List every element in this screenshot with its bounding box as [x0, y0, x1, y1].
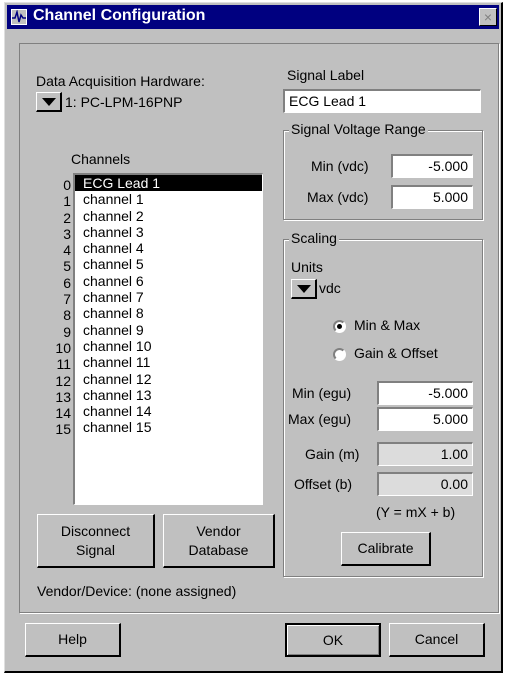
disconnect-signal-button-line2: Signal — [76, 541, 115, 558]
ok-button[interactable]: OK — [285, 623, 381, 657]
scaling-title: Scaling — [289, 230, 339, 246]
channel-number: 3 — [63, 225, 71, 242]
channel-list-item[interactable]: channel 9 — [75, 322, 262, 338]
channel-number: 8 — [63, 307, 71, 324]
channel-list-item[interactable]: channel 3 — [75, 224, 262, 240]
scaling-formula: (Y = mX + b) — [376, 504, 456, 520]
units-dropdown-button[interactable] — [291, 279, 317, 299]
channel-list-item[interactable]: channel 8 — [75, 305, 262, 321]
signal-label-input[interactable]: ECG Lead 1 — [283, 89, 481, 113]
channel-list-item[interactable]: channel 11 — [75, 354, 262, 370]
waveform-icon — [11, 9, 27, 25]
hardware-label: Data Acquisition Hardware: — [36, 73, 205, 89]
channel-number: 7 — [63, 291, 71, 308]
chevron-down-icon — [42, 98, 56, 106]
min-vdc-input[interactable]: -5.000 — [391, 154, 473, 178]
close-icon[interactable]: × — [479, 8, 497, 26]
channel-numbers: 0 1 2 3 4 5 6 7 8 9 10 11 12 13 14 15 — [53, 177, 71, 438]
min-egu-input[interactable]: -5.000 — [377, 381, 473, 405]
channel-list-item[interactable]: channel 14 — [75, 403, 262, 419]
min-vdc-label: Min (vdc) — [311, 158, 369, 174]
cancel-button[interactable]: Cancel — [389, 623, 485, 657]
channel-number: 13 — [55, 388, 71, 405]
channel-number: 9 — [63, 323, 71, 340]
channel-list-item[interactable]: channel 10 — [75, 338, 262, 354]
channel-number: 5 — [63, 258, 71, 275]
hardware-value[interactable]: 1: PC-LPM-16PNP — [65, 94, 182, 110]
vendor-database-button-line2: Database — [188, 541, 249, 558]
vendor-database-button-line1: Vendor — [196, 522, 241, 539]
channel-number: 6 — [63, 274, 71, 291]
offset-value: 0.00 — [377, 472, 473, 496]
min-egu-label: Min (egu) — [292, 385, 352, 401]
max-egu-label: Max (egu) — [288, 411, 352, 427]
channel-list-item[interactable]: channel 5 — [75, 256, 262, 272]
channel-list-item[interactable]: channel 6 — [75, 273, 262, 289]
channel-list-item[interactable]: channel 4 — [75, 240, 262, 256]
channel-list-item[interactable]: channel 7 — [75, 289, 262, 305]
vendor-database-button[interactable]: Vendor Database — [163, 514, 275, 568]
vendor-device-status: Vendor/Device: (none assigned) — [37, 583, 237, 599]
channel-number: 11 — [56, 356, 71, 373]
min-max-radio-label[interactable]: Min & Max — [354, 317, 420, 333]
channel-list-item[interactable]: channel 15 — [75, 419, 262, 435]
channels-label: Channels — [71, 151, 131, 167]
offset-label: Offset (b) — [294, 476, 353, 492]
radio-selected-dot — [337, 324, 342, 329]
voltage-range-title: Signal Voltage Range — [289, 121, 428, 137]
channel-number: 2 — [63, 209, 71, 226]
signal-label-caption: Signal Label — [287, 67, 365, 83]
gain-value: 1.00 — [377, 442, 473, 466]
min-max-radio[interactable] — [333, 320, 346, 333]
channel-number: 10 — [55, 339, 71, 356]
chevron-down-icon — [297, 285, 311, 293]
channel-list-item[interactable]: channel 13 — [75, 387, 262, 403]
units-label: Units — [291, 259, 323, 275]
help-button[interactable]: Help — [25, 623, 121, 657]
channel-number: 4 — [63, 242, 71, 259]
title-bar[interactable]: Channel Configuration × — [7, 5, 499, 29]
gain-label: Gain (m) — [305, 446, 360, 462]
channel-number: 15 — [55, 421, 71, 438]
channel-list-item[interactable]: channel 1 — [75, 191, 262, 207]
max-vdc-label: Max (vdc) — [307, 189, 369, 205]
hardware-dropdown-button[interactable] — [36, 92, 62, 112]
channels-listbox[interactable]: ECG Lead 1 channel 1 channel 2 channel 3 cha… — [73, 173, 263, 505]
channel-list-item[interactable]: channel 2 — [75, 208, 262, 224]
channel-number: 1 — [63, 193, 71, 210]
channel-list-item[interactable]: channel 12 — [75, 371, 262, 387]
window-title: Channel Configuration — [33, 7, 206, 24]
max-egu-input[interactable]: 5.000 — [377, 407, 473, 431]
channel-number: 0 — [63, 177, 71, 193]
gain-offset-radio[interactable] — [333, 348, 346, 361]
max-vdc-input[interactable]: 5.000 — [391, 185, 473, 209]
calibrate-button[interactable]: Calibrate — [341, 532, 431, 566]
disconnect-signal-button-line1: Disconnect — [60, 522, 131, 539]
channel-number: 12 — [55, 372, 71, 389]
units-value[interactable]: vdc — [319, 280, 341, 296]
channel-configuration-dialog: Channel Configuration × Data Acquisition… — [4, 2, 503, 673]
channel-number: 14 — [55, 405, 71, 422]
gain-offset-radio-label[interactable]: Gain & Offset — [354, 345, 438, 361]
disconnect-signal-button[interactable]: Disconnect Signal — [37, 514, 155, 568]
channel-list-item[interactable]: ECG Lead 1 — [75, 175, 262, 192]
